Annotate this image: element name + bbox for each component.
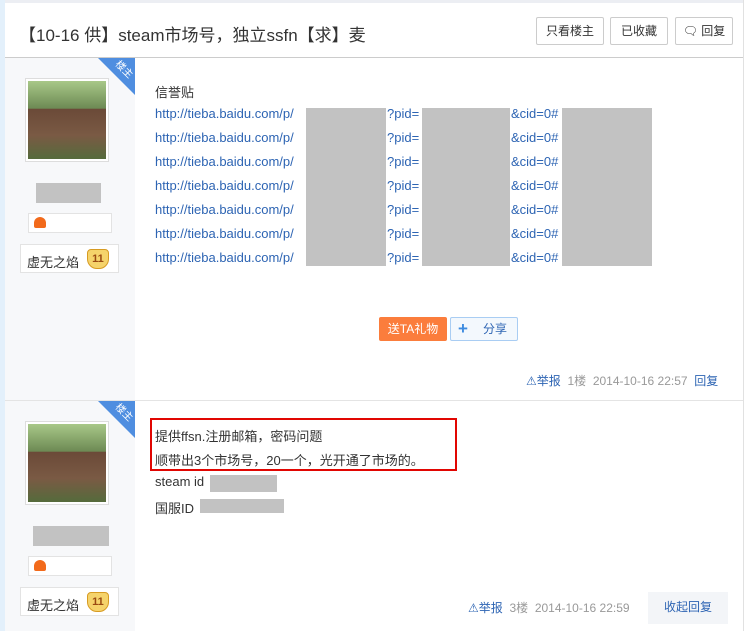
avatar[interactable] bbox=[25, 78, 109, 162]
thread-title: 【10-16 供】steam市场号，独立ssfn【求】麦 bbox=[19, 26, 366, 45]
level-number: 11 bbox=[87, 249, 109, 269]
reply-link[interactable]: 回复 bbox=[694, 374, 718, 388]
link-segment[interactable]: ?pid= bbox=[387, 178, 419, 193]
redacted-block bbox=[200, 499, 284, 513]
send-gift-button[interactable]: 送TA礼物 bbox=[379, 317, 447, 341]
only-op-button[interactable]: 只看楼主 bbox=[536, 17, 604, 45]
user-title: 虚无之焰 bbox=[27, 255, 80, 270]
post-text: 提供ffsn.注册邮箱，密码问题 bbox=[155, 429, 323, 444]
username-redacted[interactable] bbox=[33, 526, 109, 546]
redacted-block bbox=[422, 108, 510, 266]
post-meta: ⚠举报 3楼 2014-10-16 22:59 bbox=[468, 599, 630, 616]
post-meta: ⚠举报 1楼 2014-10-16 22:57 回复 bbox=[526, 372, 718, 389]
link-segment[interactable]: http://tieba.baidu.com/p/ bbox=[155, 130, 294, 145]
reply-button[interactable]: 🗨 回复 bbox=[675, 17, 733, 45]
link-segment[interactable]: http://tieba.baidu.com/p/ bbox=[155, 154, 294, 169]
link-segment[interactable]: http://tieba.baidu.com/p/ bbox=[155, 106, 294, 121]
redacted-block bbox=[210, 475, 277, 492]
reply-label: 回复 bbox=[701, 24, 726, 38]
user-title: 虚无之焰 bbox=[27, 598, 80, 613]
link-segment[interactable]: ?pid= bbox=[387, 154, 419, 169]
link-segment[interactable]: http://tieba.baidu.com/p/ bbox=[155, 178, 294, 193]
post-2: 楼主 虚无之焰 11 提供ffsn.注册邮箱，密码问题 顺带出3个市场号，20一个… bbox=[5, 401, 743, 631]
link-segment[interactable]: &cid=0# bbox=[511, 202, 558, 217]
post-time: 2014-10-16 22:59 bbox=[534, 601, 630, 615]
redacted-block bbox=[562, 108, 652, 266]
share-button[interactable]: + 分享 bbox=[450, 317, 518, 341]
post-text: 顺带出3个市场号，20一个，光开通了市场的。 bbox=[155, 453, 424, 468]
level-badge[interactable]: 虚无之焰 11 bbox=[20, 587, 119, 616]
post-1: 楼主 虚无之焰 11 信誉贴 http://tieba.baidu.com/p/?… bbox=[5, 58, 743, 401]
link-segment[interactable]: &cid=0# bbox=[511, 130, 558, 145]
redacted-block bbox=[306, 108, 386, 266]
floor-number: 1楼 bbox=[567, 374, 587, 388]
level-number: 11 bbox=[87, 592, 109, 612]
steam-id-label: steam id bbox=[155, 474, 205, 489]
favorited-button[interactable]: 已收藏 bbox=[610, 17, 668, 45]
link-segment[interactable]: ?pid= bbox=[387, 106, 419, 121]
game-icon bbox=[34, 560, 46, 571]
plus-icon: + bbox=[458, 319, 468, 338]
link-segment[interactable]: http://tieba.baidu.com/p/ bbox=[155, 250, 294, 265]
link-segment[interactable]: &cid=0# bbox=[511, 250, 558, 265]
comment-icon: 🗨 bbox=[682, 24, 698, 38]
link-segment[interactable]: &cid=0# bbox=[511, 226, 558, 241]
link-segment[interactable]: ?pid= bbox=[387, 130, 419, 145]
post-text: 信誉贴 bbox=[155, 85, 195, 100]
link-segment[interactable]: &cid=0# bbox=[511, 178, 558, 193]
link-segment[interactable]: ?pid= bbox=[387, 250, 419, 265]
report-link[interactable]: ⚠举报 bbox=[468, 601, 503, 615]
link-segment[interactable]: &cid=0# bbox=[511, 154, 558, 169]
game-icon-box bbox=[28, 556, 112, 576]
link-segment[interactable]: ?pid= bbox=[387, 226, 419, 241]
floor-number: 3楼 bbox=[509, 601, 529, 615]
level-badge[interactable]: 虚无之焰 11 bbox=[20, 244, 119, 273]
link-segment[interactable]: http://tieba.baidu.com/p/ bbox=[155, 202, 294, 217]
link-segment[interactable]: http://tieba.baidu.com/p/ bbox=[155, 226, 294, 241]
username-redacted[interactable] bbox=[36, 183, 101, 203]
game-icon-box bbox=[28, 213, 112, 233]
collapse-replies-button[interactable]: 收起回复 bbox=[648, 592, 728, 624]
report-link[interactable]: ⚠举报 bbox=[526, 374, 561, 388]
share-label: 分享 bbox=[483, 322, 508, 336]
avatar[interactable] bbox=[25, 421, 109, 505]
post-time: 2014-10-16 22:57 bbox=[592, 374, 688, 388]
server-id-label: 国服ID bbox=[155, 501, 195, 516]
game-icon bbox=[34, 217, 46, 228]
link-segment[interactable]: &cid=0# bbox=[511, 106, 558, 121]
thread-container: 【10-16 供】steam市场号，独立ssfn【求】麦 只看楼主 已收藏 🗨 … bbox=[5, 0, 744, 631]
link-segment[interactable]: ?pid= bbox=[387, 202, 419, 217]
thread-header: 【10-16 供】steam市场号，独立ssfn【求】麦 只看楼主 已收藏 🗨 … bbox=[5, 0, 743, 58]
